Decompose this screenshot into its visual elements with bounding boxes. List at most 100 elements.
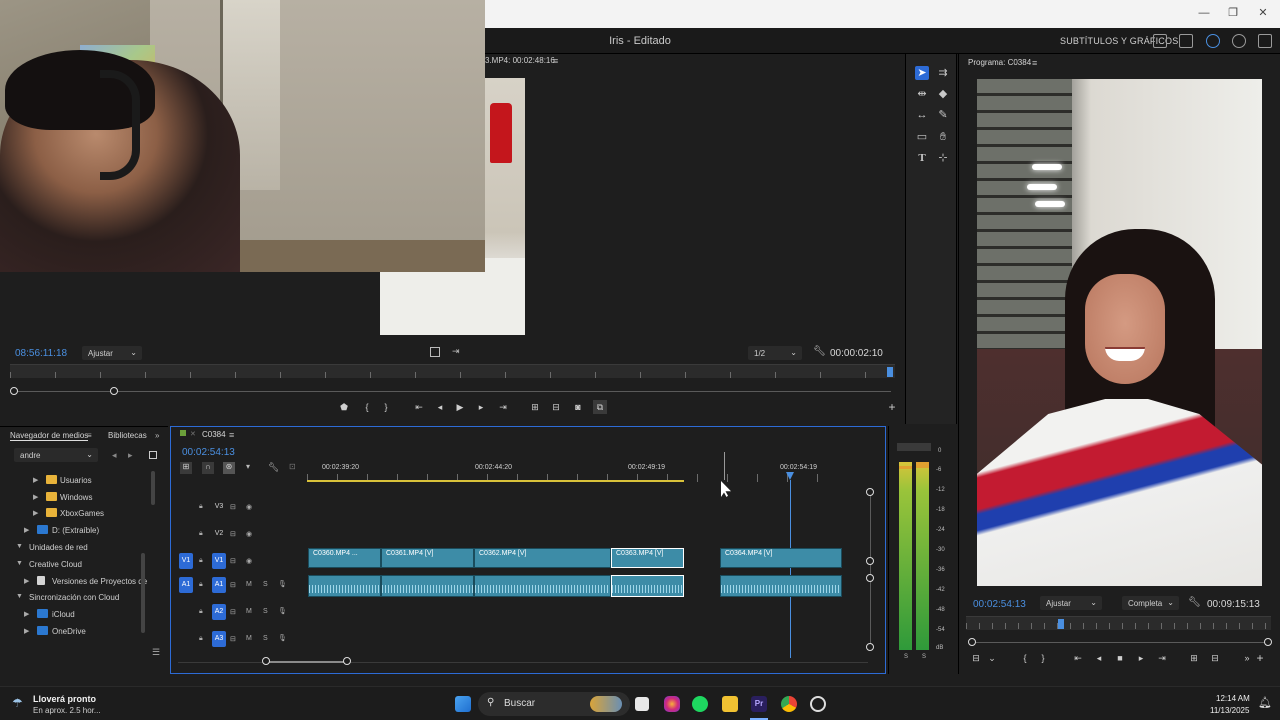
scroll-handle[interactable] (866, 557, 874, 565)
mark-in-icon[interactable]: { (1018, 651, 1032, 665)
more-panels-icon[interactable]: » (155, 431, 159, 440)
source-zoom-bar[interactable] (14, 391, 891, 392)
insert-icon[interactable]: ⇥ (452, 346, 460, 357)
audio-clip-selected[interactable] (611, 575, 684, 597)
list-item[interactable]: ▶ Versiones de Proyectos de (0, 574, 152, 590)
clock-date[interactable]: 11/13/2025 (1210, 706, 1249, 715)
audio-clip[interactable] (381, 575, 474, 597)
sync-lock-icon[interactable]: ⊟ (230, 530, 236, 538)
go-to-in-icon[interactable]: ⇤ (1071, 651, 1085, 665)
view-toggle-icon[interactable] (149, 451, 157, 459)
mark-out-icon[interactable]: } (1036, 651, 1050, 665)
panel-menu-icon[interactable]: ≡ (553, 56, 558, 66)
list-item[interactable]: ▼ Creative Cloud (0, 557, 152, 573)
audio-clip[interactable] (474, 575, 611, 597)
zoom-icon[interactable] (1232, 34, 1246, 48)
meter-solo-left[interactable]: S (904, 654, 908, 660)
search-box[interactable]: ⚲ Buscar (478, 692, 630, 716)
eye-icon[interactable]: ◉ (246, 530, 252, 538)
wrench-icon[interactable]: 🔧︎ (268, 462, 279, 473)
source-patch-a1[interactable]: A1 (179, 577, 193, 593)
track-select-icon[interactable]: ⇉ (936, 66, 950, 80)
program-timecode[interactable]: 00:02:54:13 (973, 599, 1026, 610)
source-fit-select[interactable]: Ajustar ⌄ (82, 346, 142, 360)
camera-icon[interactable]: ◙ (571, 400, 585, 414)
track-name-a2[interactable]: A2 (212, 604, 226, 620)
step-forward-icon[interactable]: ▸ (474, 400, 488, 414)
lift-icon[interactable]: ⊞ (1187, 651, 1201, 665)
program-zoom-bar[interactable] (972, 642, 1268, 643)
panel-menu-icon[interactable]: ≡ (1032, 58, 1037, 68)
lock-icon[interactable]: 🔒︎ (199, 503, 203, 511)
more-icon[interactable]: » (1240, 651, 1254, 665)
timeline-timecode[interactable]: 00:02:54:13 (182, 447, 235, 458)
video-clip[interactable]: C0364.MP4 [V] (720, 548, 842, 568)
eye-icon[interactable]: ◉ (246, 503, 252, 511)
marker-icon[interactable]: ▾ (246, 462, 250, 471)
source-patch-v1[interactable]: V1 (179, 553, 193, 569)
audio-clip[interactable] (308, 575, 381, 597)
eye-icon[interactable]: ◉ (246, 557, 252, 565)
nest-icon[interactable]: ⊞ (180, 462, 192, 474)
forward-icon[interactable]: ▸ (128, 450, 133, 461)
microphone-icon[interactable]: 🎙︎ (278, 607, 287, 615)
program-playhead[interactable] (1058, 619, 1064, 629)
lock-icon[interactable]: 🔒︎ (199, 635, 203, 643)
ripple-edit-icon[interactable]: ⇹ (915, 87, 929, 101)
sort-icon[interactable]: ☰ (152, 647, 160, 658)
slip-icon[interactable]: ↔ (915, 108, 929, 122)
tab-sequence[interactable]: C0384 (202, 430, 226, 439)
vertical-scrollbar[interactable] (870, 492, 871, 646)
snap-icon[interactable]: ∩ (202, 462, 214, 474)
go-to-out-icon[interactable]: ⇥ (1155, 651, 1169, 665)
razor-icon[interactable]: ◆ (936, 87, 950, 101)
tab-media-browser[interactable]: Navegador de medios (10, 431, 89, 441)
restore-button[interactable]: ❐ (1226, 6, 1240, 20)
source-resolution-select[interactable]: 1/2 ⌄ (748, 346, 802, 360)
marker-icon[interactable]: ⬟ (337, 400, 351, 414)
sync-lock-icon[interactable]: ⊟ (230, 557, 236, 565)
captions-icon[interactable]: ⊡ (289, 462, 296, 471)
list-item[interactable]: ▶ iCloud (0, 607, 152, 623)
program-fit-select[interactable]: Ajustar ⌄ (1040, 596, 1102, 610)
type-tool-icon[interactable]: T (915, 151, 929, 165)
overwrite-icon[interactable]: ⊟ (549, 400, 563, 414)
list-item[interactable]: ▶ XboxGames (0, 506, 152, 522)
step-forward-icon[interactable]: ▸ (1134, 651, 1148, 665)
panel-icon[interactable] (1153, 34, 1167, 48)
sync-lock-icon[interactable]: ⊟ (230, 635, 236, 643)
windows-start-icon[interactable] (455, 696, 471, 712)
settings-icon[interactable] (430, 347, 440, 357)
video-clip[interactable]: C0362.MP4 [V] (474, 548, 611, 568)
extract-icon[interactable]: ⊟ (1208, 651, 1222, 665)
list-item[interactable]: ▶ D: (Extraíble) (0, 523, 152, 539)
caption-tool-icon[interactable]: ⊹ (936, 151, 950, 165)
program-quality-select[interactable]: Completa ⌄ (1122, 596, 1179, 610)
premiere-pro-icon[interactable]: Pr (751, 696, 767, 712)
file-explorer-icon[interactable] (722, 696, 738, 712)
step-back-icon[interactable]: ◂ (433, 400, 447, 414)
multicam-icon[interactable]: ⧉ (593, 400, 607, 414)
back-icon[interactable]: ◂ (112, 450, 117, 461)
list-item[interactable]: ▶ Windows (0, 490, 152, 506)
close-button[interactable]: ✕ (1256, 6, 1270, 20)
linked-selection-icon[interactable]: ⊛ (223, 462, 235, 474)
wrench-icon[interactable]: 🔧︎ (813, 346, 826, 357)
marker-icon[interactable]: ⊟ (969, 651, 983, 665)
source-timecode[interactable]: 08:56:11:18 (15, 348, 67, 359)
mark-in-icon[interactable]: { (360, 400, 374, 414)
play-icon[interactable]: ▶ (453, 400, 467, 414)
fullscreen-icon[interactable] (1258, 34, 1272, 48)
instagram-icon[interactable] (664, 696, 680, 712)
stop-icon[interactable]: ■ (1113, 651, 1127, 665)
insert-button-icon[interactable]: ⊞ (528, 400, 542, 414)
track-name-v1[interactable]: V1 (212, 553, 226, 569)
zoom-handle-left[interactable] (262, 657, 270, 665)
solo-button[interactable]: S (263, 581, 268, 588)
selection-tool-icon[interactable]: ➤ (915, 66, 929, 80)
panel-menu-icon[interactable]: ≡ (87, 431, 92, 440)
add-button-icon[interactable]: + (1253, 651, 1267, 665)
zoom-handle-right[interactable] (1264, 638, 1272, 646)
list-item[interactable]: ▶ OneDrive (0, 624, 152, 640)
meter-solo-right[interactable]: S (922, 654, 926, 660)
